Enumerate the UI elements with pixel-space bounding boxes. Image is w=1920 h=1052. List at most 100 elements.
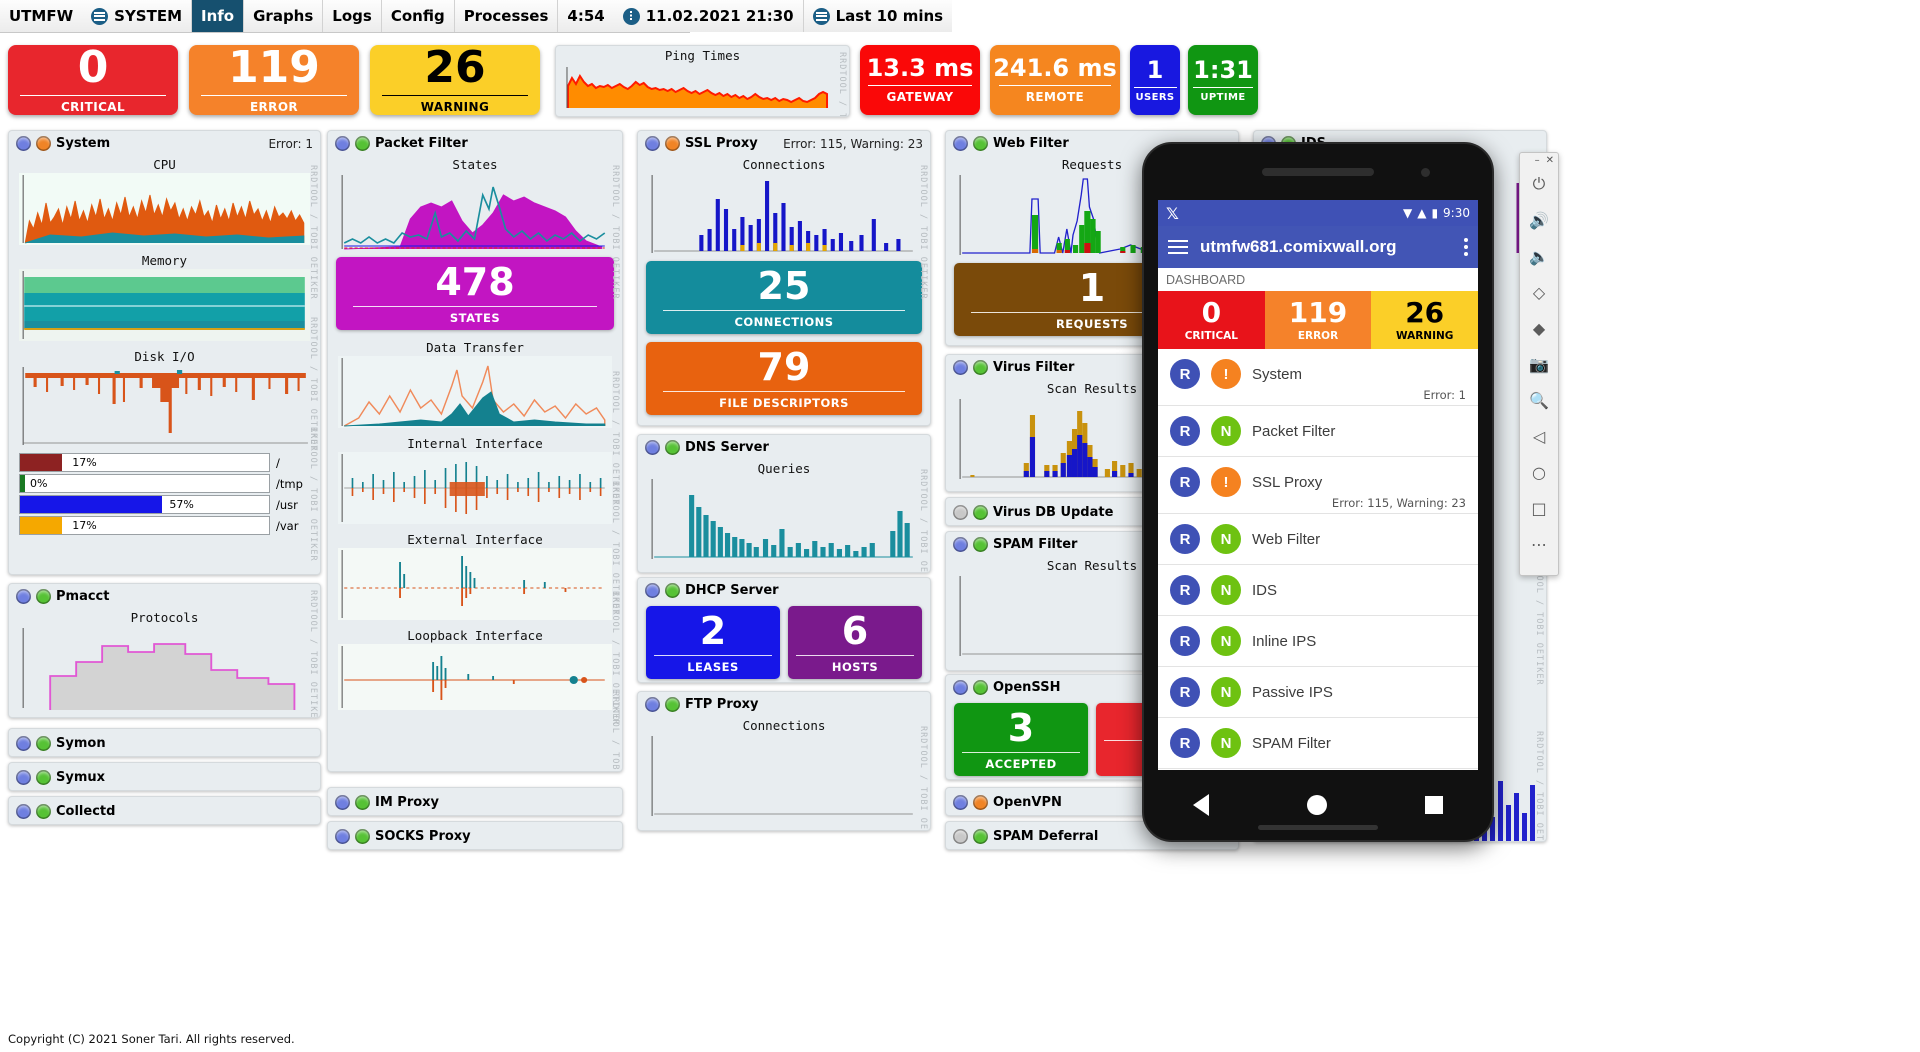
panel-symon[interactable]: Symon bbox=[8, 728, 321, 757]
list-item[interactable]: R N SPAM Filter bbox=[1158, 718, 1478, 769]
menu-item-info[interactable]: Info bbox=[192, 0, 245, 32]
graph-title-external-interface: External Interface bbox=[407, 532, 543, 547]
badge-normal: N bbox=[1211, 575, 1241, 605]
panel-system: System Error: 1 CPU Memory Disk I/O 17% … bbox=[8, 130, 321, 575]
emulator-toolbar[interactable]: – ✕ ⏻ 🔊 🔈 ◇ ◆ 📷 🔍 ◁ ○ □ ⋯ bbox=[1519, 152, 1559, 576]
data-transfer-chart bbox=[338, 356, 612, 428]
stat-tile-users[interactable]: 1 USERS bbox=[1130, 45, 1180, 115]
phone-status-bar: 𝕏 ▼ ▲ ▮ 9:30 bbox=[1158, 200, 1478, 226]
menu-item-logs[interactable]: Logs bbox=[323, 0, 382, 32]
status-dot-blue bbox=[645, 583, 660, 598]
zoom-icon[interactable]: 🔍 bbox=[1528, 389, 1550, 411]
panel-title: System bbox=[56, 136, 111, 151]
kebab-icon[interactable] bbox=[1464, 238, 1468, 256]
stat-tile-remote[interactable]: 241.6 ms REMOTE bbox=[990, 45, 1120, 115]
menu-item-timerange[interactable]: Last 10 mins bbox=[803, 0, 953, 32]
loopback-interface-chart bbox=[338, 644, 612, 710]
overview-icon[interactable]: □ bbox=[1528, 497, 1550, 519]
status-dot-grey bbox=[953, 505, 968, 520]
status-dot-green bbox=[355, 795, 370, 810]
panel-header-ssl-proxy: SSL Proxy Error: 115, Warning: 23 bbox=[638, 131, 930, 155]
badge-running: R bbox=[1170, 728, 1200, 758]
list-item[interactable]: R N Web Filter bbox=[1158, 514, 1478, 565]
menu-item-system[interactable]: SYSTEM bbox=[82, 0, 193, 32]
graph-title-states: States bbox=[452, 157, 498, 172]
status-badge: Error: 1 bbox=[268, 136, 313, 151]
stat-tile-uptime[interactable]: 1:31 UPTIME bbox=[1188, 45, 1258, 115]
list-item[interactable]: R N Passive IPS bbox=[1158, 667, 1478, 718]
stat-tile-gateway[interactable]: 13.3 ms GATEWAY bbox=[860, 45, 980, 115]
back-icon[interactable]: ◁ bbox=[1528, 425, 1550, 447]
rotate-right-icon[interactable]: ◆ bbox=[1528, 317, 1550, 339]
panel-collectd[interactable]: Collectd bbox=[8, 796, 321, 825]
stat-tile-critical[interactable]: 0 CRITICAL bbox=[8, 45, 178, 115]
panel-title: SPAM Filter bbox=[993, 537, 1078, 552]
disk-io-chart bbox=[19, 365, 310, 447]
menu-item-graphs[interactable]: Graphs bbox=[244, 0, 324, 32]
panel-title: Packet Filter bbox=[375, 136, 468, 151]
phone-service-list[interactable]: R ! System Error: 1 R N Packet Filter R … bbox=[1158, 349, 1478, 770]
minimize-icon[interactable]: – bbox=[1535, 155, 1540, 166]
menu-item-refresh-interval[interactable]: 4:54 bbox=[558, 0, 614, 32]
list-item[interactable]: R ! System Error: 1 bbox=[1158, 349, 1478, 406]
list-item[interactable]: R N IDS bbox=[1158, 565, 1478, 616]
disk-usage-bar: 57% bbox=[19, 495, 270, 514]
menu-item-config[interactable]: Config bbox=[381, 0, 455, 32]
panel-title: Web Filter bbox=[993, 136, 1069, 151]
back-icon[interactable] bbox=[1193, 794, 1209, 816]
panel-title: FTP Proxy bbox=[685, 697, 759, 712]
more-icon[interactable]: ⋯ bbox=[1528, 533, 1550, 555]
home-icon[interactable] bbox=[1307, 795, 1327, 815]
panel-im-proxy[interactable]: IM Proxy bbox=[327, 787, 623, 816]
menu-bar[interactable]: UTMFW SYSTEM Info Graphs Logs Config Pro… bbox=[0, 0, 953, 33]
status-dot-blue bbox=[645, 440, 660, 455]
panel-header-system: System Error: 1 bbox=[9, 131, 320, 155]
badge-error: ! bbox=[1211, 359, 1241, 389]
power-icon[interactable]: ⏻ bbox=[1528, 173, 1550, 195]
wifi-icon: ▼ bbox=[1402, 206, 1413, 220]
disk-usage-bar: 17% bbox=[19, 516, 270, 535]
hamburger-icon[interactable] bbox=[1168, 239, 1188, 255]
stat-tile-error[interactable]: 119 ERROR bbox=[189, 45, 359, 115]
accepted-value-block: 3 ACCEPTED bbox=[954, 703, 1088, 776]
status-dot-blue bbox=[953, 795, 968, 810]
overview-icon[interactable] bbox=[1425, 796, 1443, 814]
panel-ftp-proxy: FTP Proxy Connections RRDTOOL / TOBI OET… bbox=[637, 691, 931, 831]
camera-icon[interactable]: 📷 bbox=[1528, 353, 1550, 375]
list-item[interactable]: R N Inline IPS bbox=[1158, 616, 1478, 667]
volume-up-icon[interactable]: 🔊 bbox=[1528, 209, 1550, 231]
phone-emulator[interactable]: 𝕏 ▼ ▲ ▮ 9:30 utmfw681.comixwall.org DASH… bbox=[1142, 142, 1494, 842]
panel-symux[interactable]: Symux bbox=[8, 762, 321, 791]
rotate-left-icon[interactable]: ◇ bbox=[1528, 281, 1550, 303]
panel-socks-proxy[interactable]: SOCKS Proxy bbox=[327, 821, 623, 850]
phone-screen[interactable]: 𝕏 ▼ ▲ ▮ 9:30 utmfw681.comixwall.org DASH… bbox=[1158, 200, 1478, 770]
graph-title-loopback-interface: Loopback Interface bbox=[407, 628, 543, 643]
badge-error: ! bbox=[1211, 467, 1241, 497]
badge-normal: N bbox=[1211, 677, 1241, 707]
status-dot-blue bbox=[335, 829, 350, 844]
volume-down-icon[interactable]: 🔈 bbox=[1528, 245, 1550, 267]
stat-tile-warning[interactable]: 26 WARNING bbox=[370, 45, 540, 115]
phone-tile-error[interactable]: 119 ERROR bbox=[1264, 291, 1372, 349]
menu-item-datetime[interactable]: 11.02.2021 21:30 bbox=[613, 0, 804, 32]
window-buttons[interactable]: – ✕ bbox=[1535, 155, 1554, 166]
status-dot-green bbox=[665, 697, 680, 712]
menu-item-utmfw[interactable]: UTMFW bbox=[0, 0, 83, 32]
phone-tile-critical[interactable]: 0 CRITICAL bbox=[1158, 291, 1265, 349]
list-item[interactable]: R ! SSL Proxy Error: 115, Warning: 23 bbox=[1158, 457, 1478, 514]
hosts-value-block: 6 HOSTS bbox=[788, 606, 922, 679]
panel-header-dhcp-server: DHCP Server bbox=[638, 578, 930, 602]
menu-item-processes[interactable]: Processes bbox=[454, 0, 559, 32]
panel-title: SOCKS Proxy bbox=[375, 829, 471, 844]
close-icon[interactable]: ✕ bbox=[1546, 155, 1554, 166]
ssl-connections-chart bbox=[648, 173, 920, 255]
badge-running: R bbox=[1170, 626, 1200, 656]
phone-tile-warning[interactable]: 26 WARNING bbox=[1371, 291, 1478, 349]
panel-title: DHCP Server bbox=[685, 583, 779, 598]
status-badge: Error: 115, Warning: 23 bbox=[783, 136, 923, 151]
list-item[interactable]: R N Packet Filter bbox=[1158, 406, 1478, 457]
home-icon[interactable]: ○ bbox=[1528, 461, 1550, 483]
signal-icon: ▲ bbox=[1417, 206, 1427, 220]
status-dot-grey bbox=[953, 829, 968, 844]
badge-running: R bbox=[1170, 416, 1200, 446]
